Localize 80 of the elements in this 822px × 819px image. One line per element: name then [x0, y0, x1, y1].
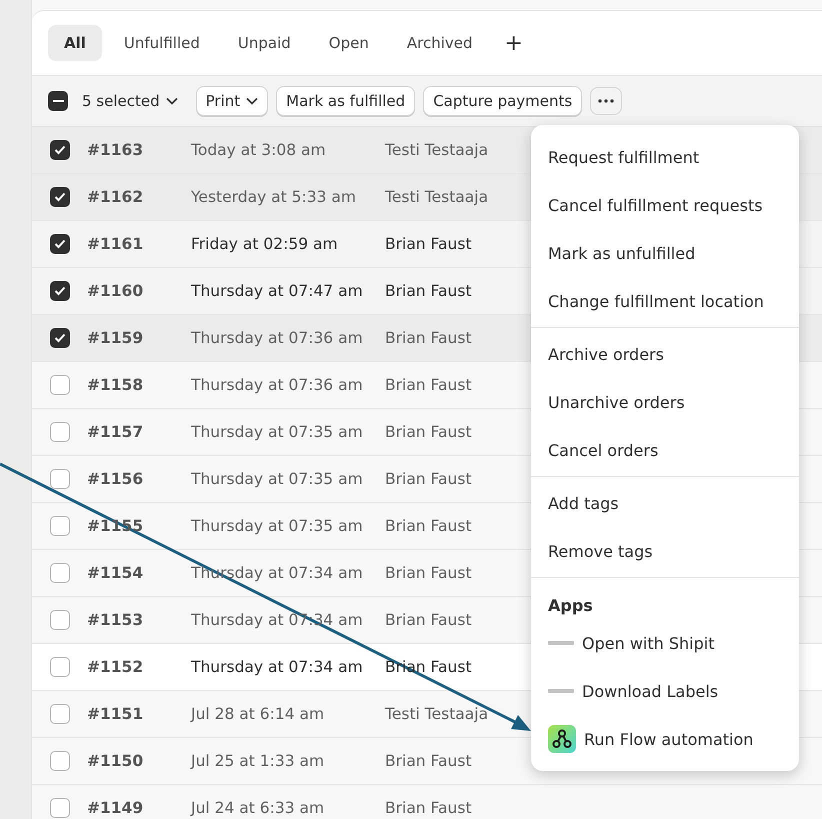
chevron-down-icon	[166, 97, 178, 105]
customer-name: Brian Faust	[385, 611, 472, 629]
order-date: Thursday at 07:36 am	[191, 329, 364, 347]
customer-name: Brian Faust	[385, 470, 472, 488]
row-checkbox[interactable]	[50, 657, 70, 677]
shipit-logo-icon	[548, 687, 574, 695]
customer-name: Testi Testaaja	[385, 141, 488, 159]
order-date: Thursday at 07:35 am	[191, 470, 364, 488]
customer-name: Brian Faust	[385, 329, 472, 347]
checkmark-icon	[54, 333, 66, 343]
order-date: Jul 24 at 6:33 am	[191, 799, 326, 817]
row-checkbox[interactable]	[50, 140, 70, 160]
row-checkbox[interactable]	[50, 328, 70, 348]
order-date: Thursday at 07:35 am	[191, 517, 364, 535]
customer-name: Brian Faust	[385, 423, 472, 441]
order-date: Thursday at 07:34 am	[191, 658, 364, 676]
order-date: Thursday at 07:47 am	[191, 282, 364, 300]
order-date: Friday at 02:59 am	[191, 235, 339, 253]
customer-name: Brian Faust	[385, 752, 472, 770]
add-tab-button[interactable]: +	[494, 26, 533, 60]
order-number: #1157	[87, 423, 144, 441]
filter-tab[interactable]: Open	[312, 25, 385, 61]
filter-tab[interactable]: Archived	[390, 25, 489, 61]
row-checkbox[interactable]	[50, 422, 70, 442]
row-checkbox[interactable]	[50, 187, 70, 207]
order-date: Thursday at 07:36 am	[191, 376, 364, 394]
row-checkbox[interactable]	[50, 234, 70, 254]
order-row[interactable]: #1149 Jul 24 at 6:33 am Brian Faust	[32, 785, 822, 819]
order-number: #1162	[87, 188, 144, 206]
bulk-action-button[interactable]: Mark as fulfilled	[276, 86, 416, 116]
order-date: Jul 28 at 6:14 am	[191, 705, 326, 723]
row-checkbox[interactable]	[50, 281, 70, 301]
checkmark-icon	[54, 192, 66, 202]
order-number: #1158	[87, 376, 144, 394]
shipit-logo-icon	[548, 639, 574, 647]
order-number: #1159	[87, 329, 144, 347]
order-number: #1150	[87, 752, 144, 770]
order-number: #1152	[87, 658, 144, 676]
order-number: #1161	[87, 235, 144, 253]
select-all-checkbox[interactable]	[48, 91, 68, 111]
order-number: #1151	[87, 705, 144, 723]
row-checkbox[interactable]	[50, 751, 70, 771]
filter-tab[interactable]: Unfulfilled	[108, 25, 216, 61]
more-actions-button[interactable]	[590, 87, 622, 115]
row-checkbox[interactable]	[50, 798, 70, 818]
row-checkbox[interactable]	[50, 704, 70, 724]
customer-name: Brian Faust	[385, 799, 472, 817]
row-checkbox[interactable]	[50, 469, 70, 489]
row-checkbox[interactable]	[50, 563, 70, 583]
menu-section-title: Apps	[547, 595, 594, 617]
row-checkbox[interactable]	[50, 375, 70, 395]
checkmark-icon	[54, 239, 66, 249]
row-checkbox[interactable]	[50, 516, 70, 536]
order-date: Today at 3:08 am	[191, 141, 327, 159]
customer-name: Brian Faust	[385, 376, 472, 394]
filter-tab[interactable]: All	[48, 25, 102, 61]
customer-name: Brian Faust	[385, 564, 472, 582]
ellipsis-icon	[598, 99, 614, 103]
order-number: #1160	[87, 282, 144, 300]
order-number: #1156	[87, 470, 144, 488]
customer-name: Testi Testaaja	[385, 188, 488, 206]
selection-count-dropdown[interactable]: 5 selected	[76, 91, 184, 111]
filter-tab[interactable]: Unpaid	[222, 25, 307, 61]
checkmark-icon	[54, 286, 66, 296]
order-number: #1163	[87, 141, 144, 159]
customer-name: Brian Faust	[385, 517, 472, 535]
order-date: Thursday at 07:35 am	[191, 423, 364, 441]
order-number: #1154	[87, 564, 144, 582]
order-date: Yesterday at 5:33 am	[191, 188, 358, 206]
bulk-action-button[interactable]: Capture payments	[423, 86, 582, 116]
order-number: #1153	[87, 611, 144, 629]
customer-name: Testi Testaaja	[385, 705, 488, 723]
flow-app-icon	[548, 725, 576, 753]
order-number: #1149	[87, 799, 144, 817]
row-checkbox[interactable]	[50, 610, 70, 630]
customer-name: Brian Faust	[385, 282, 472, 300]
checkmark-icon	[54, 145, 66, 155]
order-date: Jul 25 at 1:33 am	[191, 752, 326, 770]
customer-name: Brian Faust	[385, 235, 472, 253]
bulk-action-button[interactable]: Print	[196, 86, 268, 116]
